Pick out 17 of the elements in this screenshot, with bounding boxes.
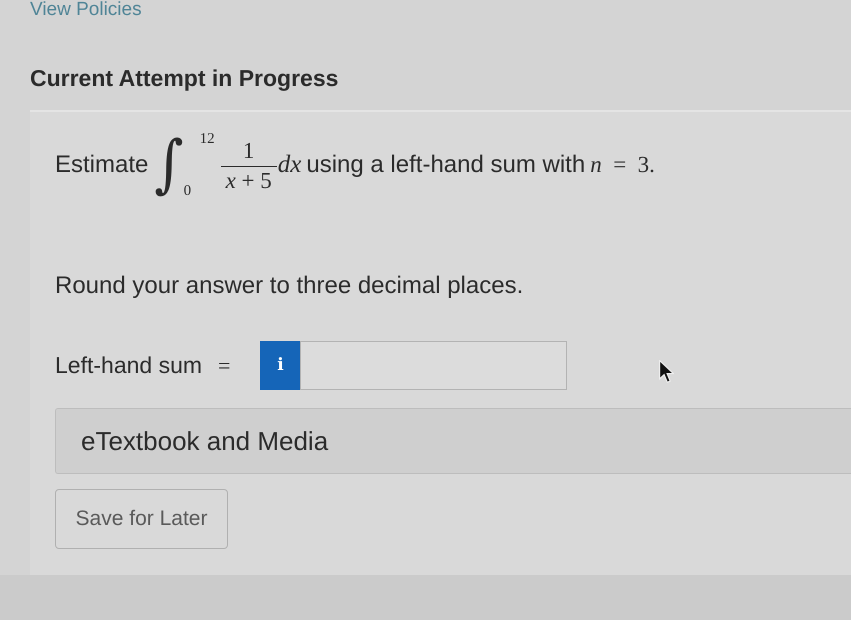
integral-sign: ∫ xyxy=(154,128,184,202)
equals-sign: = xyxy=(218,352,230,380)
math-expression: n = 3. xyxy=(590,150,655,179)
info-button[interactable]: i xyxy=(260,341,300,390)
answer-field[interactable] xyxy=(300,341,568,390)
question-text: using a left-hand sum with xyxy=(306,150,586,180)
question-text: Estimate xyxy=(55,150,148,180)
upper-limit: 12 xyxy=(200,131,215,147)
answer-label: Left-hand sum xyxy=(55,351,202,380)
fraction: 1 x + 5 xyxy=(220,138,277,192)
differential: dx xyxy=(278,150,302,180)
instruction-text: Round your answer to three decimal places. xyxy=(55,272,524,300)
lower-limit: 0 xyxy=(184,183,192,199)
save-button[interactable]: Save for Later xyxy=(55,489,228,549)
mouse-pointer-icon xyxy=(659,360,674,383)
section-title: Current Attempt in Progress xyxy=(30,65,338,91)
etextbook-media-bar[interactable]: eTextbook and Media xyxy=(55,408,851,474)
